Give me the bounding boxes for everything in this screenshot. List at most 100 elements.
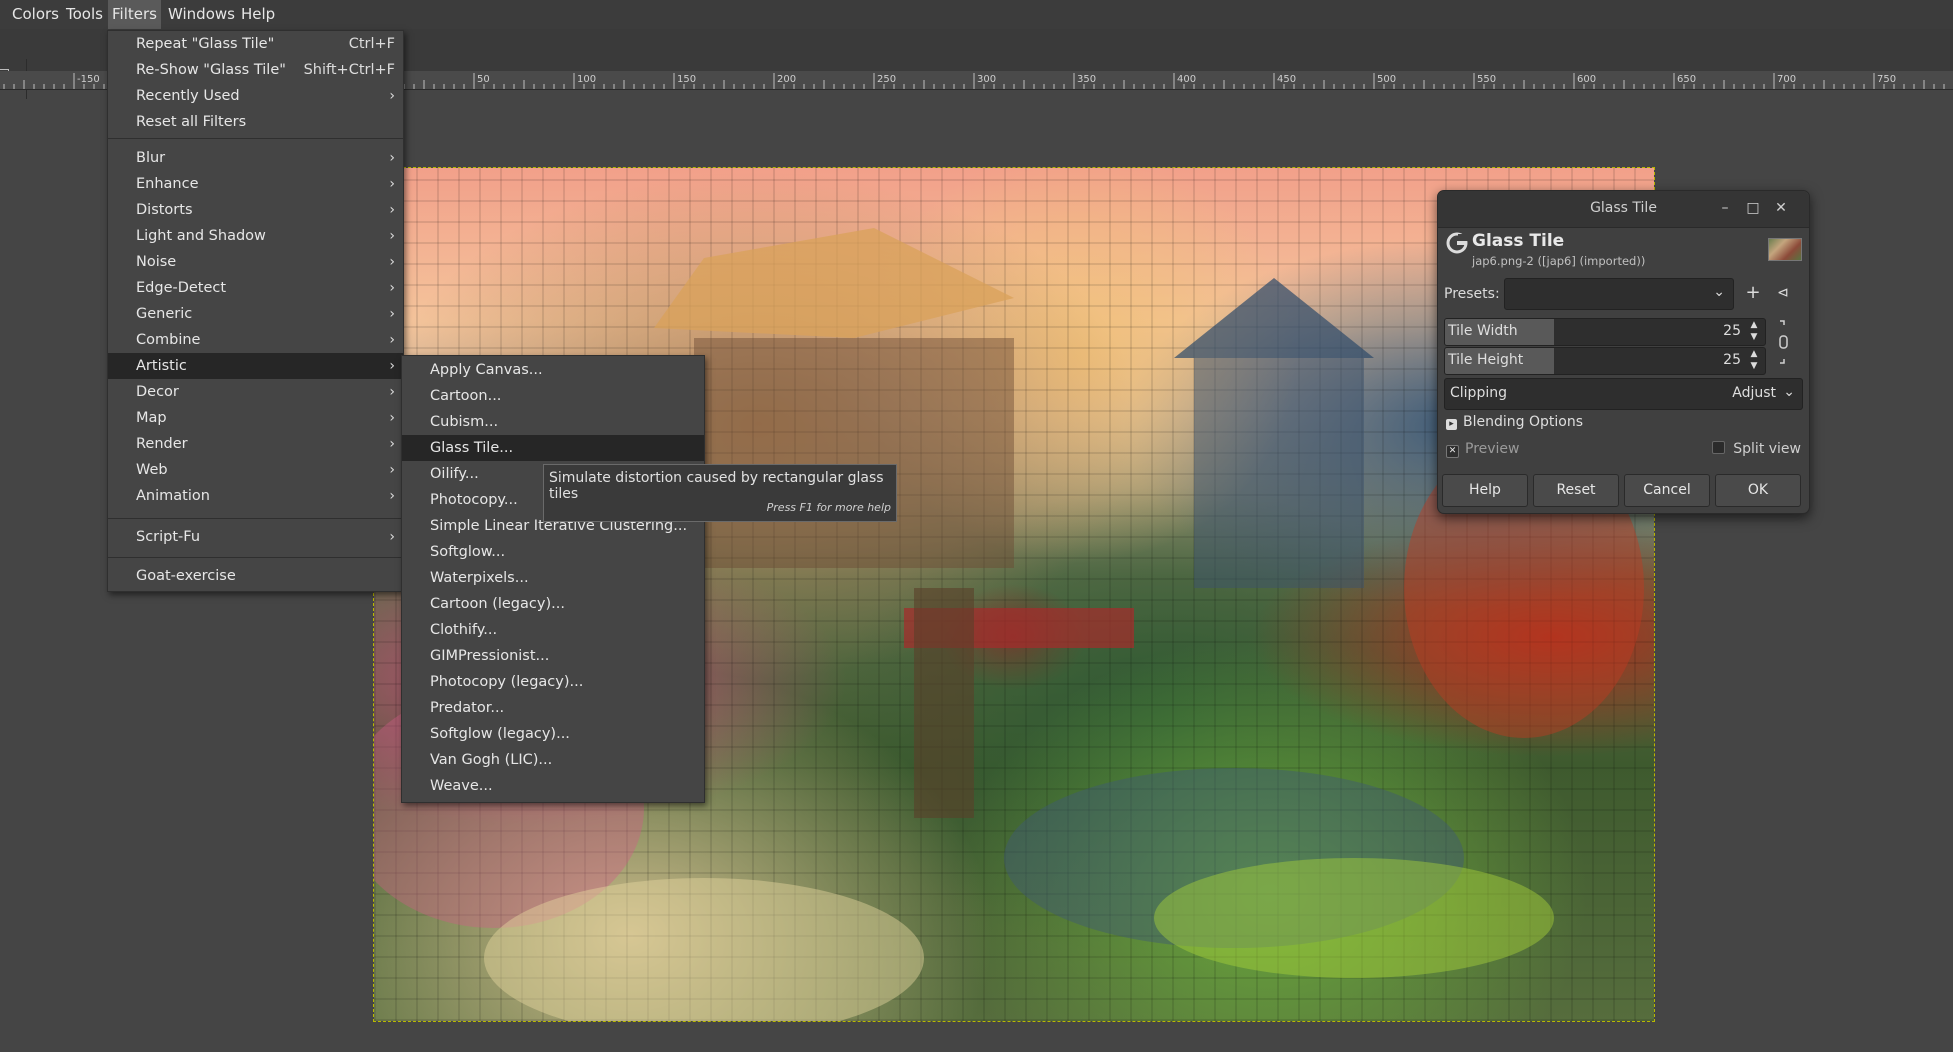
minimize-icon[interactable]: –	[1716, 199, 1734, 217]
menu-colors[interactable]: Colors	[8, 0, 63, 29]
menu-item-reshow-glass-tile[interactable]: Re-Show "Glass Tile" Shift+Ctrl+F	[108, 57, 403, 83]
spin-arrows-icon[interactable]: ▲ ▼	[1747, 348, 1761, 374]
menu-item-combine[interactable]: Combine ›	[108, 327, 403, 353]
menu-item-enhance[interactable]: Enhance ›	[108, 171, 403, 197]
presets-combo[interactable]: ⌄	[1504, 278, 1734, 310]
menu-item-artistic[interactable]: Artistic ›	[108, 353, 403, 379]
tile-height-spinscale[interactable]: Tile Height 25 ▲ ▼	[1444, 347, 1766, 375]
menu-item-label: Cartoon...	[430, 388, 502, 404]
menu-item-recently-used[interactable]: Recently Used ›	[108, 83, 403, 109]
tile-height-value: 25	[1723, 352, 1741, 368]
menu-item-label: Photocopy (legacy)...	[430, 674, 584, 690]
menu-item-render[interactable]: Render ›	[108, 431, 403, 457]
submenu-arrow-icon: ›	[389, 462, 395, 478]
menu-separator	[108, 138, 403, 139]
clipping-combo[interactable]: Clipping Adjust ⌄	[1444, 378, 1803, 410]
ruler-label: 100	[577, 74, 596, 85]
clipping-label: Clipping	[1450, 385, 1507, 401]
artistic-item-glass-tile[interactable]: Glass Tile...	[402, 435, 704, 461]
menu-item-label: Script-Fu	[136, 529, 201, 545]
artistic-item-weave[interactable]: Weave...	[402, 773, 704, 799]
ok-button[interactable]: OK	[1715, 474, 1801, 507]
artistic-item-predator[interactable]: Predator...	[402, 695, 704, 721]
artistic-item-apply-canvas[interactable]: Apply Canvas...	[402, 357, 704, 383]
blending-options-label: Blending Options	[1463, 414, 1583, 430]
menu-item-distorts[interactable]: Distorts ›	[108, 197, 403, 223]
menu-separator	[108, 518, 403, 519]
menu-item-light-and-shadow[interactable]: Light and Shadow ›	[108, 223, 403, 249]
menu-item-edge-detect[interactable]: Edge-Detect ›	[108, 275, 403, 301]
artistic-item-photocopy-legacy[interactable]: Photocopy (legacy)...	[402, 669, 704, 695]
menu-item-repeat-glass-tile[interactable]: Repeat "Glass Tile" Ctrl+F	[108, 31, 403, 57]
menu-item-web[interactable]: Web ›	[108, 457, 403, 483]
submenu-arrow-icon: ›	[389, 384, 395, 400]
artistic-item-gimpressionist[interactable]: GIMPressionist...	[402, 643, 704, 669]
artistic-item-waterpixels[interactable]: Waterpixels...	[402, 565, 704, 591]
menu-item-reset-all-filters[interactable]: Reset all Filters	[108, 109, 403, 135]
artistic-item-cubism[interactable]: Cubism...	[402, 409, 704, 435]
shortcut-label: Ctrl+F	[348, 36, 395, 52]
preset-menu-icon[interactable]: ⊲	[1772, 282, 1794, 304]
dialog-header-subtitle: jap6.png-2 ([jap6] (imported))	[1472, 254, 1646, 268]
menu-item-label: Light and Shadow	[136, 228, 266, 244]
menu-item-script-fu[interactable]: Script-Fu ›	[108, 524, 403, 550]
submenu-arrow-icon: ›	[389, 332, 395, 348]
menu-windows[interactable]: Windows	[164, 0, 239, 29]
preview-checkbox[interactable]: ✕ Preview	[1446, 441, 1520, 458]
split-view-label: Split view	[1733, 441, 1801, 457]
chain-link-icon[interactable]	[1778, 319, 1790, 365]
help-button[interactable]: Help	[1442, 474, 1528, 507]
tooltip: Simulate distortion caused by rectangula…	[543, 464, 897, 522]
menu-item-decor[interactable]: Decor ›	[108, 379, 403, 405]
dialog-titlebar[interactable]: Glass Tile – □ ✕	[1438, 191, 1809, 228]
submenu-arrow-icon: ›	[389, 306, 395, 322]
menu-item-label: Noise	[136, 254, 177, 270]
submenu-arrow-icon: ›	[389, 280, 395, 296]
artistic-item-van-gogh-lic[interactable]: Van Gogh (LIC)...	[402, 747, 704, 773]
menu-item-blur[interactable]: Blur ›	[108, 145, 403, 171]
tile-height-label: Tile Height	[1448, 352, 1524, 368]
menu-item-noise[interactable]: Noise ›	[108, 249, 403, 275]
menu-item-goat-exercise[interactable]: Goat-exercise	[108, 563, 403, 589]
clipping-value: Adjust	[1732, 385, 1776, 401]
menu-item-label: Web	[136, 462, 168, 478]
submenu-arrow-icon: ›	[389, 150, 395, 166]
menu-item-label: GIMPressionist...	[430, 648, 550, 664]
menu-item-label: Distorts	[136, 202, 193, 218]
menu-item-label: Generic	[136, 306, 193, 322]
close-icon[interactable]: ✕	[1772, 199, 1790, 217]
cancel-button[interactable]: Cancel	[1624, 474, 1710, 507]
artistic-item-softglow-legacy[interactable]: Softglow (legacy)...	[402, 721, 704, 747]
submenu-arrow-icon: ›	[389, 228, 395, 244]
tile-width-spinscale[interactable]: Tile Width 25 ▲ ▼	[1444, 318, 1766, 346]
menu-help[interactable]: Help	[237, 0, 279, 29]
shortcut-label: Shift+Ctrl+F	[303, 62, 395, 78]
menu-item-generic[interactable]: Generic ›	[108, 301, 403, 327]
submenu-arrow-icon: ›	[389, 254, 395, 270]
ruler-label: 550	[1477, 74, 1496, 85]
artistic-item-cartoon[interactable]: Cartoon...	[402, 383, 704, 409]
menu-item-map[interactable]: Map ›	[108, 405, 403, 431]
menu-tools[interactable]: Tools	[62, 0, 107, 29]
menu-item-label: Repeat "Glass Tile"	[136, 36, 275, 52]
artistic-item-cartoon-legacy[interactable]: Cartoon (legacy)...	[402, 591, 704, 617]
split-view-checkbox[interactable]: Split view	[1712, 441, 1801, 457]
ruler-label: 200	[777, 74, 796, 85]
ruler-label: 750	[1877, 74, 1896, 85]
menu-item-label: Glass Tile...	[430, 440, 514, 456]
artistic-item-clothify[interactable]: Clothify...	[402, 617, 704, 643]
ruler-label: 300	[977, 74, 996, 85]
menu-filters[interactable]: Filters	[108, 0, 161, 29]
maximize-icon[interactable]: □	[1744, 199, 1762, 217]
ruler-label: 450	[1277, 74, 1296, 85]
add-preset-icon[interactable]: +	[1742, 282, 1764, 304]
spin-arrows-icon[interactable]: ▲ ▼	[1747, 319, 1761, 345]
presets-label: Presets:	[1444, 286, 1500, 302]
tooltip-text: Simulate distortion caused by rectangula…	[549, 470, 884, 502]
reset-button[interactable]: Reset	[1533, 474, 1619, 507]
blending-options-expander[interactable]: ▸ Blending Options	[1446, 414, 1583, 430]
artistic-item-softglow[interactable]: Softglow...	[402, 539, 704, 565]
submenu-arrow-icon: ›	[389, 358, 395, 374]
menu-item-animation[interactable]: Animation ›	[108, 483, 403, 509]
menu-item-label: Enhance	[136, 176, 199, 192]
